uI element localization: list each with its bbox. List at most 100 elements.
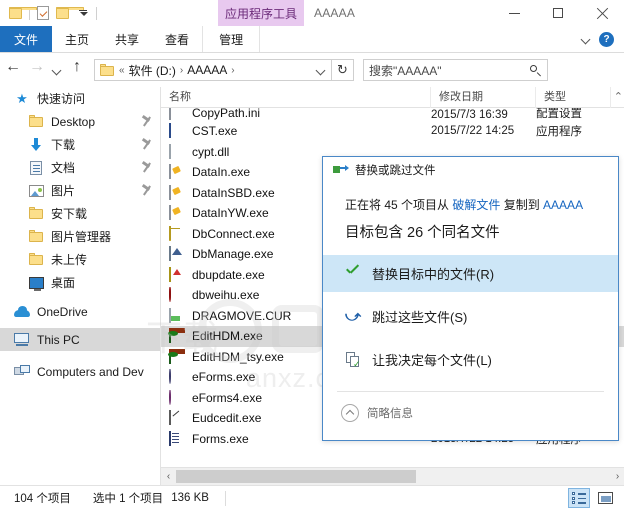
chevron-up-icon[interactable]: ⌃ xyxy=(614,90,623,103)
sidebar-item-not-uploaded[interactable]: 未上传 xyxy=(0,248,160,271)
folder-icon xyxy=(28,206,44,222)
pin-icon[interactable] xyxy=(142,162,152,173)
qat-separator-2 xyxy=(96,6,97,20)
contextual-tab-application-tools[interactable]: 应用程序工具 xyxy=(218,0,304,26)
app-globe-pink-icon xyxy=(169,389,185,406)
chevron-down-icon[interactable] xyxy=(313,66,329,75)
status-bar: 104 个项目 选中 1 个项目 136 KB xyxy=(0,485,624,510)
status-divider xyxy=(224,490,226,506)
app-house-icon xyxy=(169,246,185,262)
sidebar-item-this-pc[interactable]: This PC xyxy=(0,328,160,351)
pin-icon[interactable] xyxy=(142,139,152,150)
column-header-date[interactable]: 修改日期 xyxy=(431,87,536,108)
dialog-conflict-summary: 目标包含 26 个同名文件 xyxy=(345,225,500,241)
scroll-left-icon[interactable]: ‹ xyxy=(161,468,176,485)
sidebar-item-label: 下载 xyxy=(51,138,76,152)
window-title-text: AAAAA xyxy=(314,6,356,20)
back-button[interactable] xyxy=(0,56,24,84)
dialog-option-decide[interactable]: ✓ 让我决定每个文件(L) xyxy=(323,341,618,378)
details-view-button[interactable] xyxy=(568,488,590,508)
sidebar-item-label: Desktop xyxy=(51,114,96,129)
file-type-cell: 应用程序 xyxy=(536,126,582,139)
app-diamond-icon xyxy=(169,164,185,180)
status-selection: 选中 1 个项目 xyxy=(92,493,164,505)
forward-button[interactable] xyxy=(24,56,48,84)
replace-or-skip-dialog: 替换或跳过文件 正在将 45 个项目从 破解文件 复制到 AAAAA 目标包含 … xyxy=(322,156,619,441)
breadcrumb-overflow[interactable]: « xyxy=(118,65,126,76)
sidebar-item-desktop-en[interactable]: Desktop xyxy=(0,110,160,133)
file-name-label: DataInYW.exe xyxy=(192,206,269,221)
column-header-name[interactable]: 名称 xyxy=(161,87,431,108)
tab-manage[interactable]: 管理 xyxy=(202,26,261,52)
up-button[interactable] xyxy=(66,56,90,84)
dialog-desc-middle: 复制到 xyxy=(500,198,544,212)
download-icon xyxy=(28,137,44,153)
tab-file[interactable]: 文件 xyxy=(0,26,53,52)
file-explorer-window: 应用程序工具 AAAAA 文件 主页 共享 查看 管理 ? ← → ↑ « 软件… xyxy=(0,0,624,510)
sidebar-item-pictures[interactable]: 图片 xyxy=(0,179,160,202)
pin-icon[interactable] xyxy=(142,116,152,127)
star-icon: ★ xyxy=(16,91,28,106)
close-button[interactable] xyxy=(580,0,624,26)
file-name-label: EditHDM.exe xyxy=(192,329,263,344)
table-row[interactable]: CopyPath.ini 2015/7/3 16:39 配置设置 xyxy=(161,108,624,121)
sidebar-item-label: 文档 xyxy=(51,161,76,175)
sidebar-item-desktop-cn[interactable]: 桌面 xyxy=(0,271,160,294)
tab-share[interactable]: 共享 xyxy=(102,26,152,52)
app-landscape-icon xyxy=(169,328,185,344)
help-icon[interactable]: ? xyxy=(599,31,614,47)
minimize-button[interactable] xyxy=(492,0,536,26)
sidebar-item-label: This PC xyxy=(37,332,80,347)
search-input[interactable]: 搜索"AAAAA" xyxy=(363,59,548,81)
tab-view[interactable]: 查看 xyxy=(152,26,202,52)
sidebar-item-anxiazai[interactable]: 安下载 xyxy=(0,202,160,225)
app-cylinder-icon xyxy=(169,225,185,242)
sidebar-item-quick-access[interactable]: ★ 快速访问 xyxy=(0,87,160,110)
file-name-label: eForms4.exe xyxy=(192,390,263,405)
refresh-button[interactable]: ↻ xyxy=(332,59,354,81)
horizontal-scrollbar[interactable]: ‹ › xyxy=(161,467,624,485)
column-header-type[interactable]: 类型 xyxy=(536,87,611,108)
chevron-down-icon[interactable] xyxy=(582,35,591,44)
dialog-dest-link[interactable]: AAAAA xyxy=(543,198,583,212)
document-icon xyxy=(28,160,44,176)
dialog-option-skip[interactable]: ⤻ 跳过这些文件(S) xyxy=(323,298,618,335)
folder-icon[interactable] xyxy=(7,4,37,22)
scroll-right-icon[interactable]: › xyxy=(610,468,624,485)
dialog-option-replace[interactable]: 替换目标中的文件(R) xyxy=(323,255,618,292)
maximize-button[interactable] xyxy=(536,0,580,26)
dialog-desc-prefix: 正在将 45 个项目从 xyxy=(345,198,453,212)
breadcrumb[interactable]: « 软件 (D:) › AAAAA › xyxy=(94,59,332,81)
table-row[interactable]: CST.exe 2015/7/22 14:25 应用程序 xyxy=(161,121,624,142)
scrollbar-thumb[interactable] xyxy=(176,470,416,483)
file-date-cell: 2015/7/3 16:39 xyxy=(431,109,508,121)
sidebar-item-label: OneDrive xyxy=(37,304,88,319)
breadcrumb-item-folder[interactable]: AAAAA xyxy=(184,63,230,77)
breadcrumb-item-drive[interactable]: 软件 (D:) xyxy=(126,62,179,79)
pin-icon[interactable] xyxy=(142,185,152,196)
chevron-up-circle-icon[interactable] xyxy=(341,404,359,422)
address-bar: « 软件 (D:) › AAAAA › ↻ 搜索"AAAAA" xyxy=(0,53,624,87)
document-check-icon[interactable] xyxy=(34,4,52,22)
recent-locations-icon[interactable] xyxy=(48,56,66,84)
breadcrumb-separator-2: › xyxy=(231,64,235,76)
file-name-label: CopyPath.ini xyxy=(192,108,261,120)
large-icons-view-button[interactable] xyxy=(594,488,616,508)
sidebar-item-computers-and-devices[interactable]: Computers and Dev xyxy=(0,360,160,383)
sidebar-item-onedrive[interactable]: OneDrive xyxy=(0,300,160,323)
dialog-title: 替换或跳过文件 xyxy=(355,165,436,177)
sidebar-item-downloads[interactable]: 下载 xyxy=(0,133,160,156)
search-icon[interactable] xyxy=(529,64,542,77)
dialog-option-label: 让我决定每个文件(L) xyxy=(372,353,492,368)
app-pencil-icon xyxy=(169,410,185,426)
sidebar-item-label: 桌面 xyxy=(51,276,76,290)
column-header-row: 名称 修改日期 类型 ⌃ xyxy=(161,87,624,108)
sidebar-item-picture-manager[interactable]: 图片管理器 xyxy=(0,225,160,248)
tab-home[interactable]: 主页 xyxy=(52,26,102,52)
dialog-footer[interactable]: 简略信息 xyxy=(323,392,618,422)
quick-access-toolbar xyxy=(6,3,100,23)
new-folder-icon[interactable] xyxy=(54,4,84,22)
sidebar-item-documents[interactable]: 文档 xyxy=(0,156,160,179)
folder-icon xyxy=(28,252,44,268)
dialog-source-link[interactable]: 破解文件 xyxy=(452,198,500,212)
